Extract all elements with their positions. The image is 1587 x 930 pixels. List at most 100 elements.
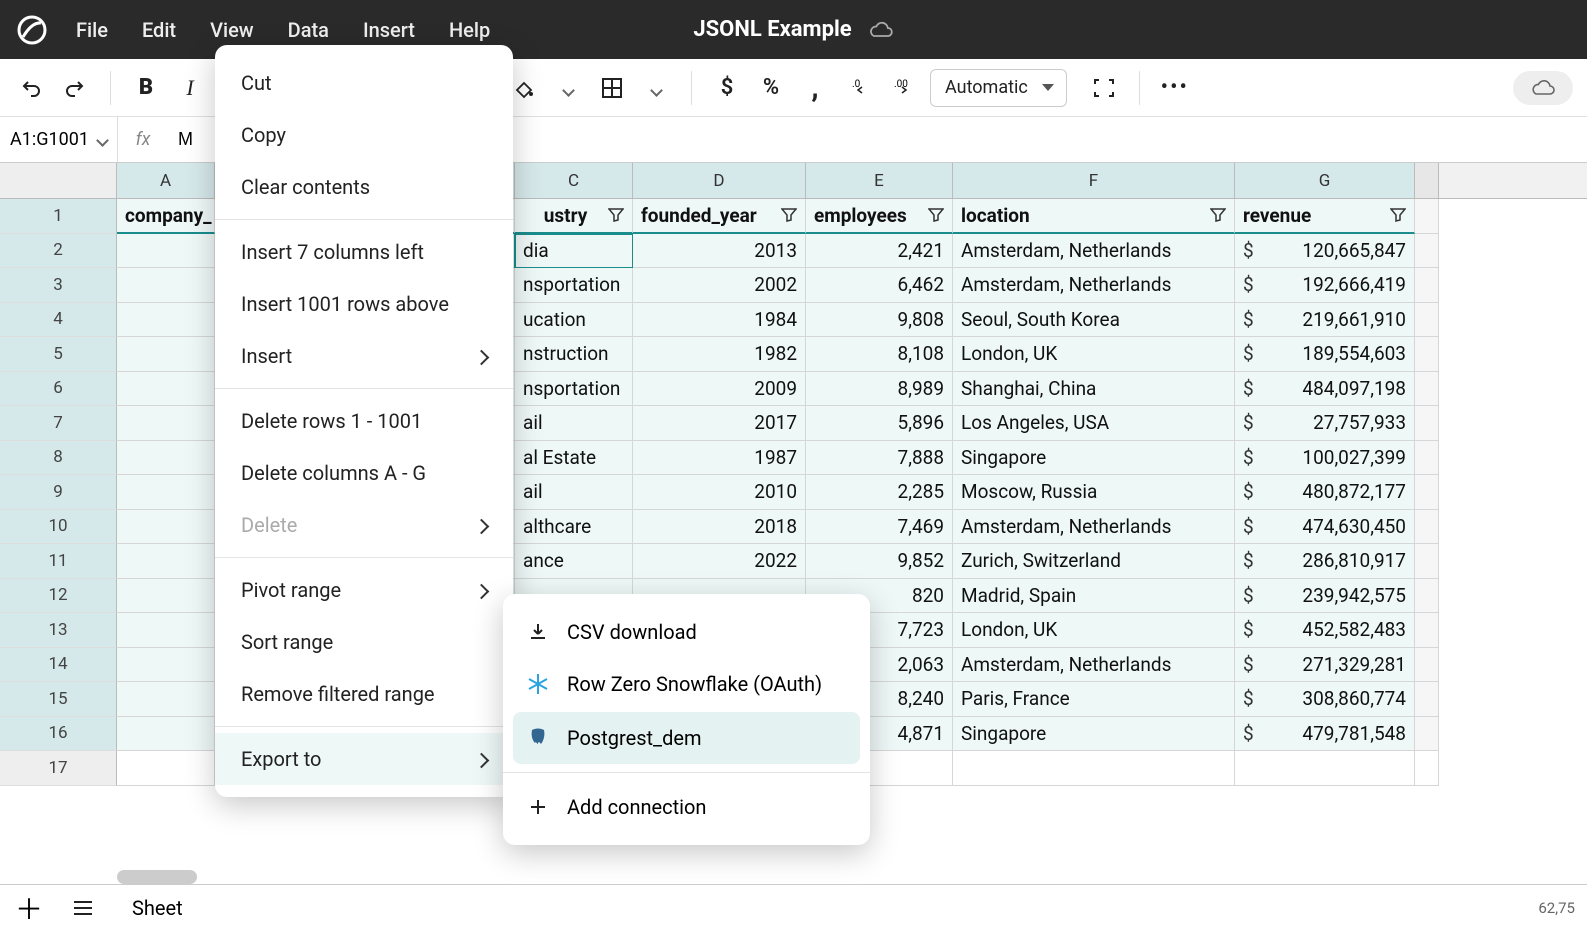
cell[interactable]: $480,872,177: [1235, 475, 1415, 510]
col-header-A[interactable]: A: [117, 163, 215, 198]
col-header-F[interactable]: F: [953, 163, 1235, 198]
col-header-G[interactable]: G: [1235, 163, 1415, 198]
cell[interactable]: London, UK: [953, 337, 1235, 372]
sheet-tab[interactable]: Sheet: [120, 892, 195, 924]
cell[interactable]: 2013: [633, 234, 806, 269]
cell[interactable]: 5,896: [806, 406, 953, 441]
cell[interactable]: $452,582,483: [1235, 613, 1415, 648]
cell[interactable]: al Estate: [515, 441, 633, 476]
context-menu-item[interactable]: Delete columns A - G: [215, 447, 513, 499]
increase-decimal-button[interactable]: .00: [886, 71, 920, 105]
cell[interactable]: [117, 544, 215, 579]
cell[interactable]: [117, 372, 215, 407]
cell[interactable]: Amsterdam, Netherlands: [953, 510, 1235, 545]
row-header[interactable]: 16: [0, 717, 117, 752]
menu-file[interactable]: File: [76, 18, 108, 42]
cell[interactable]: 7,469: [806, 510, 953, 545]
context-menu-item[interactable]: Export to: [215, 733, 513, 785]
cell[interactable]: location: [953, 199, 1235, 234]
cell[interactable]: 2018: [633, 510, 806, 545]
filter-icon[interactable]: [928, 204, 944, 227]
cell[interactable]: Amsterdam, Netherlands: [953, 268, 1235, 303]
cell[interactable]: Madrid, Spain: [953, 579, 1235, 614]
row-header[interactable]: 5: [0, 337, 117, 372]
row-header[interactable]: 9: [0, 475, 117, 510]
filter-icon[interactable]: [1390, 204, 1406, 227]
cell[interactable]: Singapore: [953, 441, 1235, 476]
cell[interactable]: [117, 303, 215, 338]
context-menu-item[interactable]: Delete rows 1 - 1001: [215, 395, 513, 447]
cell[interactable]: Amsterdam, Netherlands: [953, 234, 1235, 269]
cell[interactable]: [117, 510, 215, 545]
borders-chevron-icon[interactable]: [639, 71, 673, 105]
select-all-corner[interactable]: [0, 163, 117, 198]
cell[interactable]: [117, 613, 215, 648]
submenu-item[interactable]: Row Zero Snowflake (OAuth): [503, 658, 870, 710]
cell[interactable]: [117, 717, 215, 752]
submenu-item[interactable]: Add connection: [503, 781, 870, 833]
number-format-select[interactable]: Automatic: [930, 69, 1067, 107]
col-header-C[interactable]: C: [515, 163, 633, 198]
cell[interactable]: $219,661,910: [1235, 303, 1415, 338]
cell[interactable]: [1235, 751, 1415, 786]
cell[interactable]: employees: [806, 199, 953, 234]
cell[interactable]: $474,630,450: [1235, 510, 1415, 545]
filter-icon[interactable]: [608, 204, 624, 227]
cell[interactable]: $286,810,917: [1235, 544, 1415, 579]
row-header[interactable]: 15: [0, 682, 117, 717]
cell[interactable]: nsportation: [515, 268, 633, 303]
cell[interactable]: 7,888: [806, 441, 953, 476]
cell[interactable]: 2002: [633, 268, 806, 303]
cell[interactable]: London, UK: [953, 613, 1235, 648]
cell[interactable]: 2,421: [806, 234, 953, 269]
context-menu-item[interactable]: Remove filtered range: [215, 668, 513, 720]
expand-button[interactable]: [1087, 71, 1121, 105]
cell[interactable]: $189,554,603: [1235, 337, 1415, 372]
cell[interactable]: Seoul, South Korea: [953, 303, 1235, 338]
row-header[interactable]: 6: [0, 372, 117, 407]
redo-button[interactable]: [58, 71, 92, 105]
bold-button[interactable]: B: [129, 71, 163, 105]
context-menu-item[interactable]: Insert 7 columns left: [215, 226, 513, 278]
row-header[interactable]: 3: [0, 268, 117, 303]
cell[interactable]: [117, 475, 215, 510]
filter-icon[interactable]: [781, 204, 797, 227]
row-header[interactable]: 11: [0, 544, 117, 579]
menu-edit[interactable]: Edit: [142, 18, 176, 42]
cell[interactable]: Amsterdam, Netherlands: [953, 648, 1235, 683]
menu-insert[interactable]: Insert: [363, 18, 415, 42]
cell[interactable]: $120,665,847: [1235, 234, 1415, 269]
row-header[interactable]: 17: [0, 751, 117, 786]
submenu-item[interactable]: CSV download: [503, 606, 870, 658]
context-menu-item[interactable]: Insert: [215, 330, 513, 382]
row-header[interactable]: 10: [0, 510, 117, 545]
cell[interactable]: nsportation: [515, 372, 633, 407]
cell[interactable]: [117, 441, 215, 476]
cell[interactable]: 2017: [633, 406, 806, 441]
cell[interactable]: 1982: [633, 337, 806, 372]
cell[interactable]: [117, 682, 215, 717]
cell[interactable]: [117, 648, 215, 683]
cell[interactable]: [117, 579, 215, 614]
add-sheet-button[interactable]: ＋: [12, 891, 46, 925]
col-header-E[interactable]: E: [806, 163, 953, 198]
cell[interactable]: ail: [515, 406, 633, 441]
cell[interactable]: 1987: [633, 441, 806, 476]
cell[interactable]: 8,989: [806, 372, 953, 407]
cell[interactable]: Paris, France: [953, 682, 1235, 717]
cell[interactable]: althcare: [515, 510, 633, 545]
cell[interactable]: [117, 268, 215, 303]
cell[interactable]: ucation: [515, 303, 633, 338]
cell[interactable]: $308,860,774: [1235, 682, 1415, 717]
italic-button[interactable]: I: [173, 71, 207, 105]
menu-data[interactable]: Data: [288, 18, 329, 42]
cell[interactable]: Zurich, Switzerland: [953, 544, 1235, 579]
percent-button[interactable]: %: [754, 71, 788, 105]
undo-button[interactable]: [14, 71, 48, 105]
cell[interactable]: $271,329,281: [1235, 648, 1415, 683]
cell[interactable]: 1984: [633, 303, 806, 338]
context-menu-item[interactable]: Cut: [215, 57, 513, 109]
cell[interactable]: $100,027,399: [1235, 441, 1415, 476]
cloud-status-pill[interactable]: [1513, 71, 1573, 105]
cell[interactable]: revenue: [1235, 199, 1415, 234]
